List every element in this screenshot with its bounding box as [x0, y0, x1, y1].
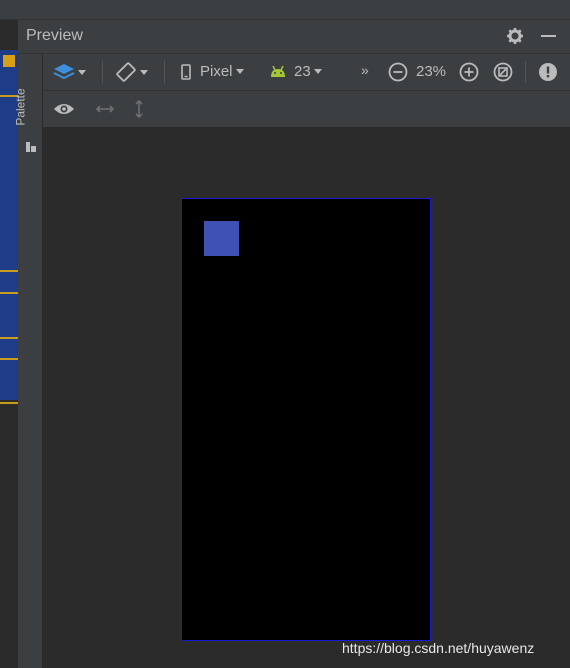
- toolbar-separator: [102, 61, 103, 83]
- zoom-out-button[interactable]: [388, 62, 408, 82]
- watermark-text: https://blog.csdn.net/huyawenz: [342, 640, 535, 656]
- palette-side-tab[interactable]: Palette: [14, 20, 43, 668]
- warnings-button[interactable]: [538, 62, 558, 82]
- design-surface-button[interactable]: [53, 62, 86, 82]
- palette-tab[interactable]: Palette: [14, 76, 40, 156]
- gutter-marker: [0, 292, 18, 294]
- toolbar-separator: [164, 61, 165, 83]
- preview-secondary-toolbar: [43, 91, 570, 128]
- device-label: Pixel: [200, 63, 233, 80]
- show-layout-decorations-button[interactable]: [53, 101, 75, 117]
- top-strip: [0, 0, 570, 20]
- gear-icon[interactable]: [506, 27, 524, 45]
- api-level-selector[interactable]: 23: [269, 63, 322, 80]
- zoom-fit-button[interactable]: [493, 62, 513, 82]
- chevron-down-icon: [140, 69, 148, 75]
- vertical-resize-icon: [135, 99, 143, 119]
- overflow-icon: »: [361, 62, 369, 78]
- toolbar-separator: [525, 61, 526, 83]
- minimize-icon[interactable]: [541, 35, 556, 37]
- zoom-in-icon: [459, 62, 479, 82]
- zoom-level: 23%: [416, 63, 446, 80]
- eye-icon: [54, 104, 74, 114]
- chevron-down-icon: [235, 69, 244, 74]
- horizontal-resize-icon: [95, 105, 115, 113]
- layout-view-square[interactable]: [204, 221, 239, 256]
- rotate-device-icon: [116, 62, 136, 82]
- android-icon: [271, 65, 285, 77]
- preview-header: Preview: [18, 20, 570, 54]
- zoom-label: 23%: [416, 63, 447, 80]
- zoom-fit-icon: [493, 62, 513, 82]
- palette-icon: [26, 142, 36, 152]
- chevron-down-icon: [78, 69, 86, 75]
- chevron-down-icon: [313, 69, 322, 74]
- palette-tab-label: Palette: [13, 88, 28, 126]
- warning-icon: [539, 63, 557, 81]
- zoom-in-button[interactable]: [459, 62, 479, 82]
- device-preview-screen[interactable]: [181, 198, 431, 641]
- panel-title: Preview: [26, 27, 83, 44]
- gutter-marker: [0, 402, 18, 404]
- gutter-marker: [0, 337, 18, 339]
- preview-toolbar: Pixel 23 » 23%: [43, 54, 570, 91]
- phone-icon: [181, 63, 191, 80]
- overflow-button[interactable]: »: [361, 62, 369, 78]
- gutter-marker: [0, 358, 18, 360]
- bookmark-marker: [3, 55, 15, 67]
- device-selector[interactable]: Pixel: [181, 63, 244, 80]
- vertical-resize-button[interactable]: [132, 99, 146, 119]
- horizontal-resize-button[interactable]: [95, 102, 115, 116]
- gutter-marker: [0, 270, 18, 272]
- zoom-out-icon: [388, 62, 408, 82]
- layers-icon: [53, 64, 75, 80]
- api-level-label: 23: [294, 63, 311, 80]
- orientation-button[interactable]: [115, 61, 148, 83]
